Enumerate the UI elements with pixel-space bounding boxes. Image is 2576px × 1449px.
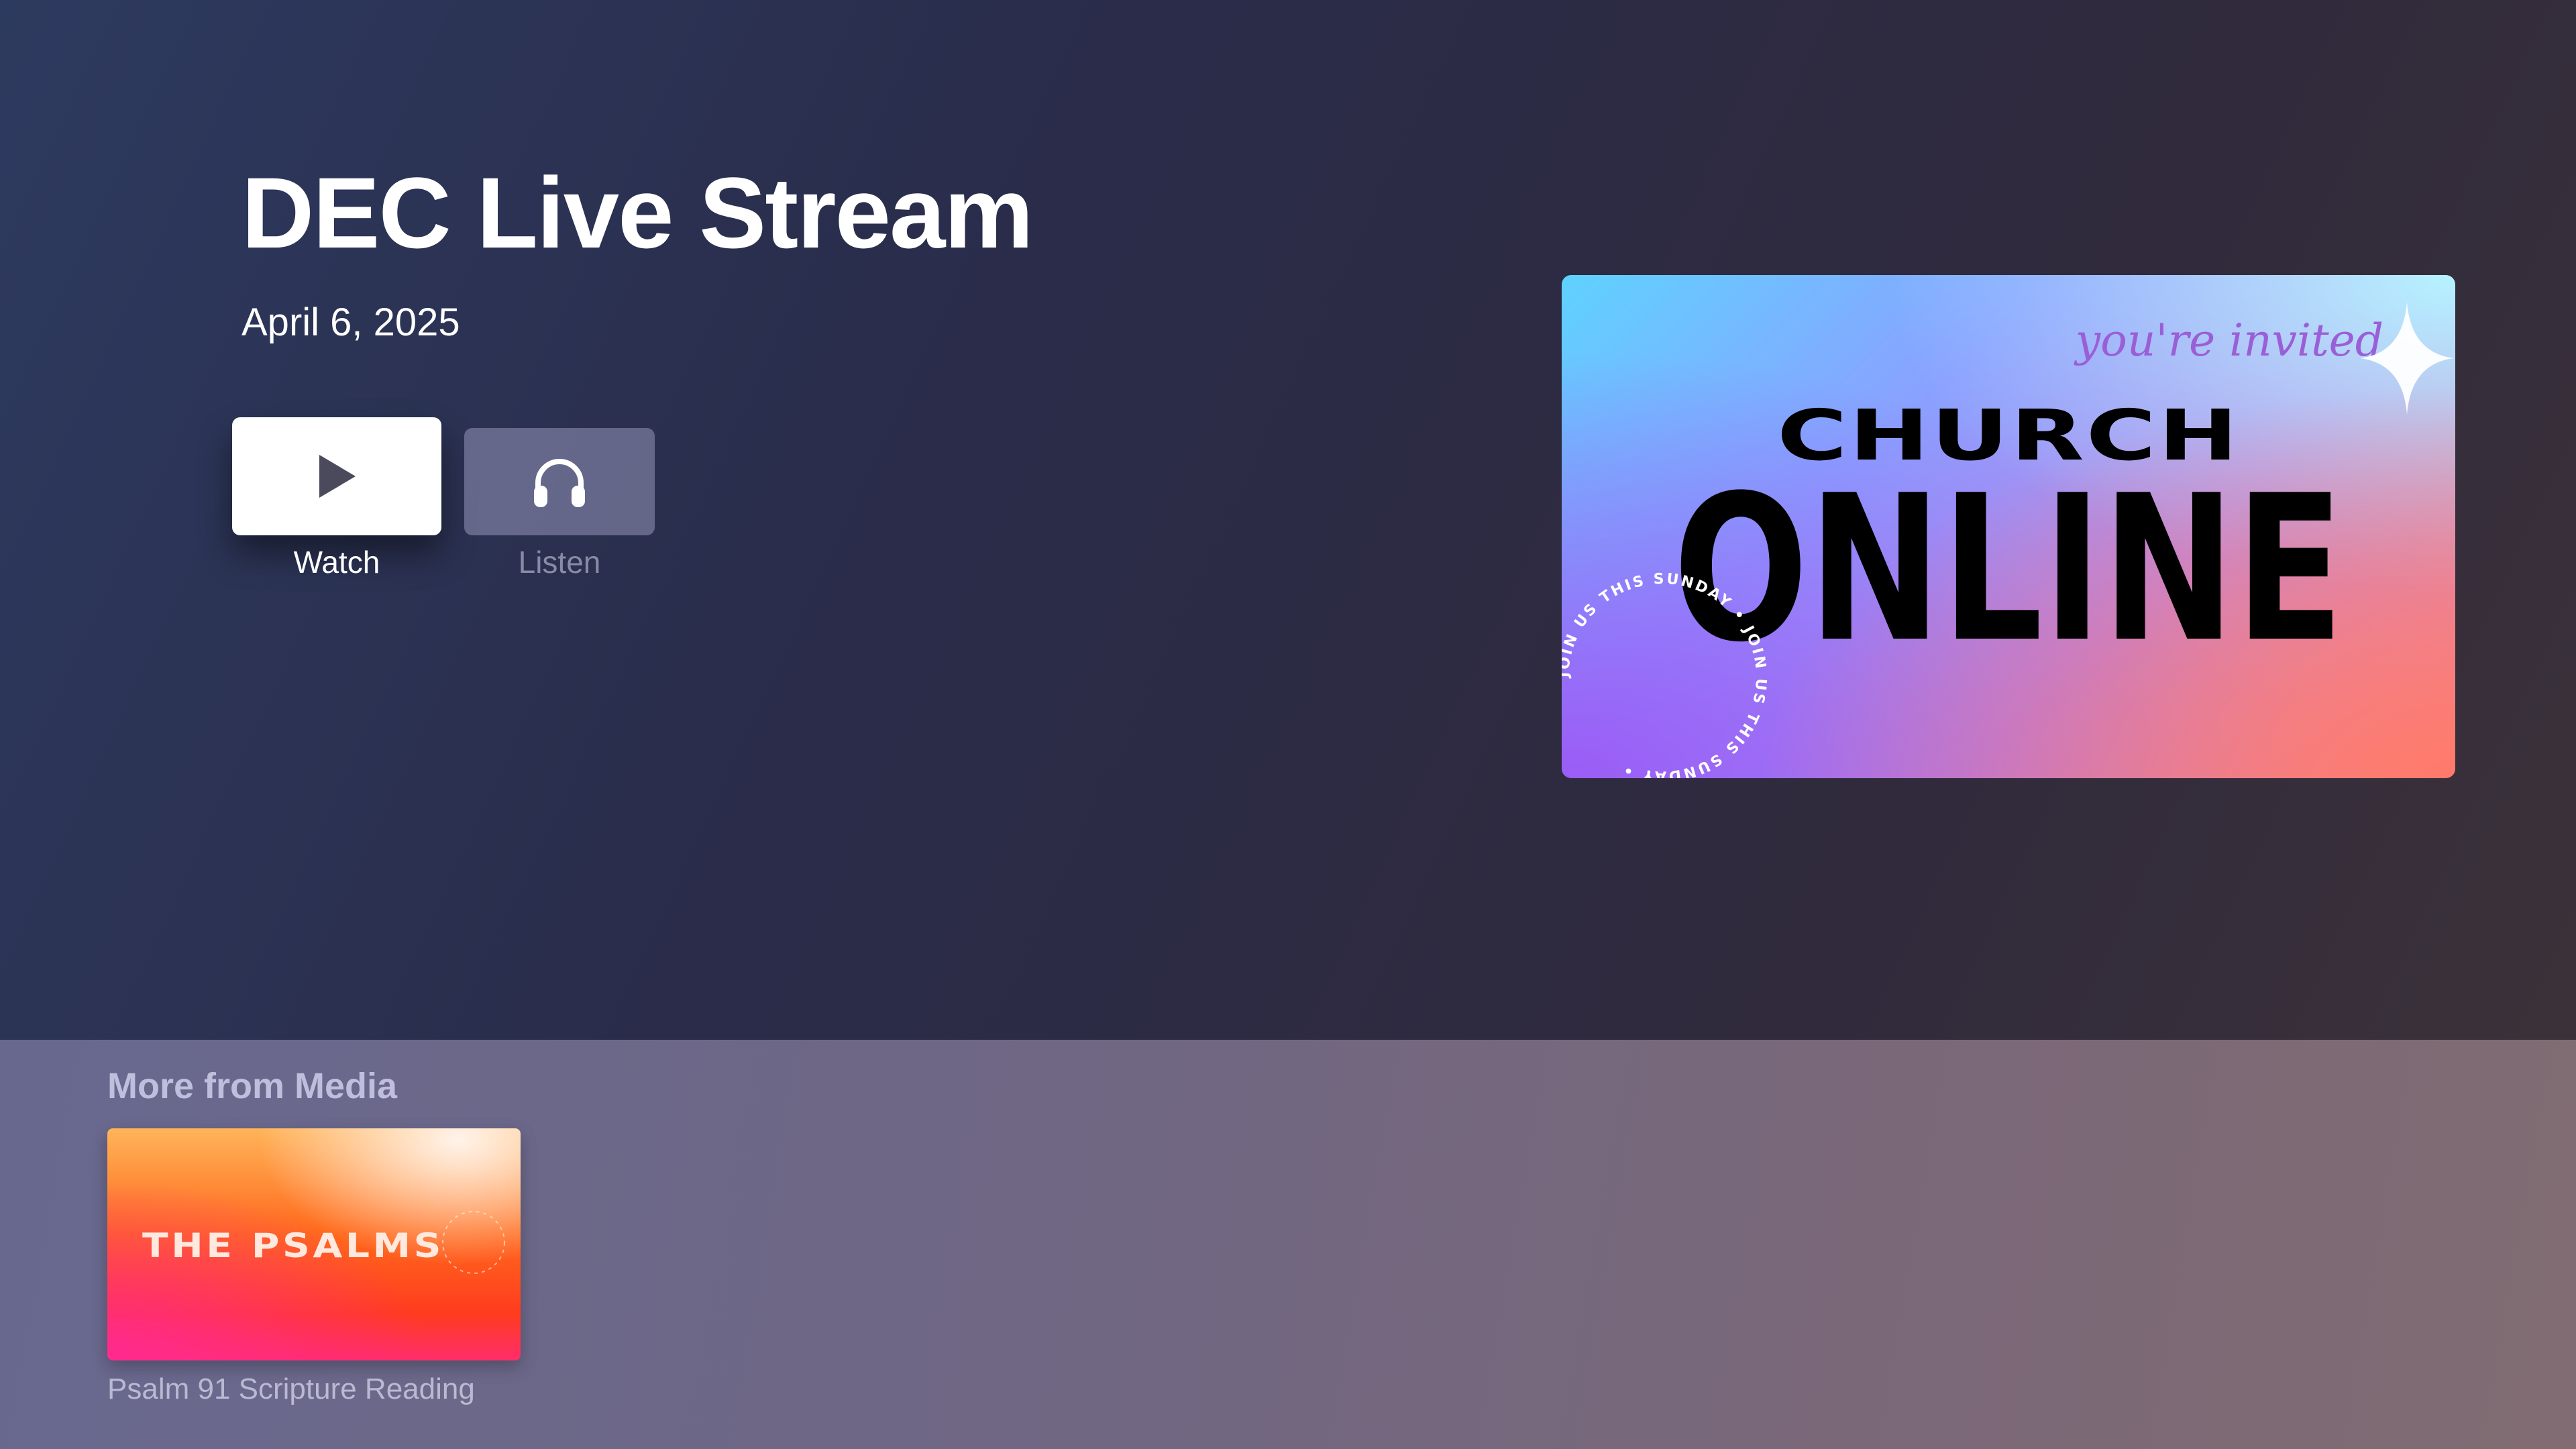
card-title: Psalm 91 Scripture Reading bbox=[107, 1373, 475, 1405]
release-date: April 6, 2025 bbox=[241, 301, 460, 344]
page-title: DEC Live Stream bbox=[241, 156, 1034, 269]
psalms-graphic: THE PSALMS bbox=[142, 1211, 505, 1274]
artwork-headline-main: ONLINE bbox=[1673, 452, 2344, 686]
watch-button[interactable]: Watch bbox=[232, 417, 441, 580]
media-card[interactable]: THE PSALMS Psalm 91 Scripture Reading bbox=[107, 1128, 521, 1405]
listen-label: Listen bbox=[518, 545, 601, 580]
church-online-graphic: you're invited CHURCH ONLINE JOIN US THI… bbox=[1562, 302, 2454, 778]
listen-button-tile[interactable] bbox=[464, 428, 655, 535]
watch-label: Watch bbox=[293, 545, 380, 580]
artwork-script-text: you're invited bbox=[2074, 315, 2383, 366]
headphones-icon bbox=[534, 459, 585, 507]
watch-button-tile[interactable] bbox=[232, 417, 441, 535]
card-art-text: THE PSALMS bbox=[142, 1226, 444, 1265]
shelf-title: More from Media bbox=[107, 1066, 398, 1106]
hero-artwork: you're invited CHURCH ONLINE JOIN US THI… bbox=[1562, 275, 2455, 778]
card-artwork[interactable]: THE PSALMS bbox=[107, 1128, 521, 1360]
more-from-media-shelf: More from Media THE PSALMS Psalm 91 Scri… bbox=[0, 1040, 2576, 1449]
play-icon bbox=[319, 455, 356, 498]
listen-button[interactable]: Listen bbox=[464, 428, 655, 582]
